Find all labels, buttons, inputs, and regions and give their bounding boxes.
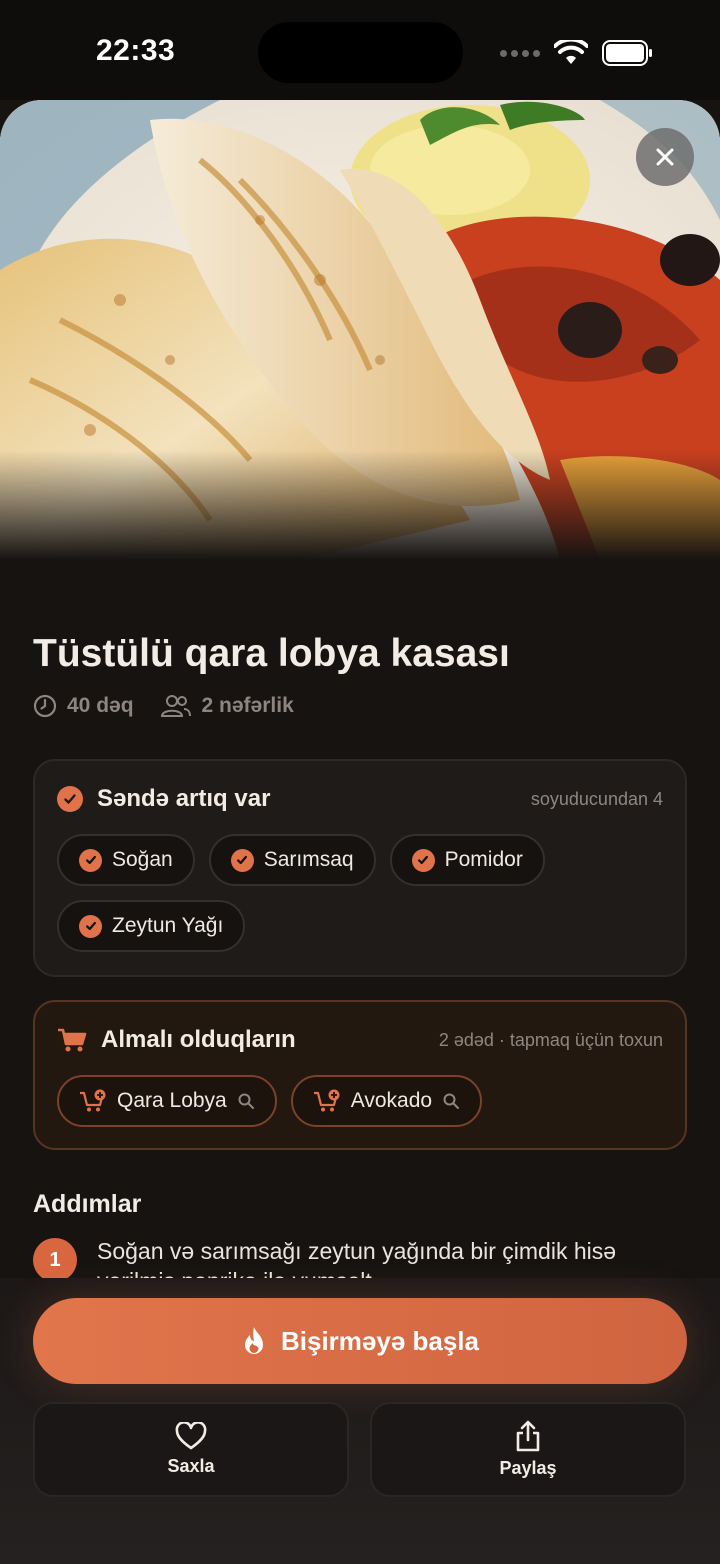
check-icon <box>57 786 83 812</box>
wifi-icon <box>554 40 588 64</box>
step-number: 1 <box>33 1238 77 1282</box>
have-ingredients-count: soyuducundan 4 <box>530 789 663 809</box>
share-button[interactable]: Paylaş <box>370 1402 686 1497</box>
flame-icon <box>244 1327 263 1354</box>
ingredient-label: Soğan <box>112 848 173 871</box>
battery-icon <box>602 40 652 66</box>
ingredient-chip[interactable]: Soğan <box>57 834 195 886</box>
check-icon <box>79 848 102 872</box>
ingredient-chip[interactable]: Sarımsaq <box>208 834 376 886</box>
heart-icon <box>175 1422 207 1450</box>
shopping-ingredients-hint: 2 ədəd · tapmaq üçün toxun <box>438 1030 663 1050</box>
shopping-ingredients-card: Almalı olduqların 2 ədəd · tapmaq üçün t… <box>33 1000 687 1150</box>
status-icons <box>500 40 654 66</box>
shopping-ingredients-header: Almalı olduqların <box>57 1026 296 1054</box>
shopping-chip[interactable]: Qara Lobya <box>57 1075 277 1127</box>
cook-time-label: 40 dəq <box>67 694 134 717</box>
ingredient-label: Sarımsaq <box>263 848 354 871</box>
servings-label: 2 nəfərlik <box>201 694 294 717</box>
check-icon <box>79 914 102 938</box>
recipe-screen: 22:33 Tüstülü qara lobya kasası 40 dəq 2… <box>0 0 720 1564</box>
recipe-content: Tüstülü qara lobya kasası 40 dəq 2 nəfər… <box>0 560 720 1294</box>
have-ingredients-card: Səndə artıq var soyuducundan 4 Soğan Sar… <box>33 759 687 977</box>
have-ingredients-list: Soğan Sarımsaq Pomidor Zeytun Yağı <box>57 834 677 952</box>
check-icon <box>411 848 435 872</box>
steps-title: Addımlar <box>33 1190 142 1218</box>
cart-plus-icon <box>80 1089 106 1112</box>
share-label: Paylaş <box>499 1458 557 1478</box>
share-icon <box>516 1420 540 1452</box>
ingredient-label: Zeytun Yağı <box>112 914 224 937</box>
ingredient-label: Pomidor <box>444 848 523 871</box>
search-icon <box>443 1093 460 1109</box>
search-icon <box>238 1093 254 1109</box>
start-cooking-label: Bişirməyə başla <box>280 1325 479 1356</box>
ingredient-chip[interactable]: Pomidor <box>389 834 545 886</box>
have-ingredients-title: Səndə artıq var <box>97 785 271 812</box>
shopping-chip[interactable]: Avokado <box>290 1075 483 1127</box>
status-time: 22:33 <box>96 34 176 67</box>
check-icon <box>230 848 254 872</box>
dynamic-island <box>258 22 463 83</box>
cellular-signal-icon <box>500 49 540 57</box>
clock-icon <box>33 694 57 718</box>
shopping-ingredients-title: Almalı olduqların <box>101 1026 296 1053</box>
status-bar: 22:33 <box>0 0 720 100</box>
close-button[interactable] <box>636 128 694 186</box>
shopping-ingredients-list: Qara Lobya Avokado <box>57 1075 677 1127</box>
recipe-meta: 40 dəq 2 nəfərlik <box>33 694 320 718</box>
shopping-item-label: Avokado <box>350 1089 433 1112</box>
ingredient-chip[interactable]: Zeytun Yağı <box>57 900 246 952</box>
people-icon <box>160 695 191 717</box>
bottom-action-bar: Bişirməyə başla Saxla Paylaş <box>0 1278 720 1564</box>
save-button[interactable]: Saxla <box>33 1402 349 1497</box>
save-label: Saxla <box>167 1456 215 1476</box>
cook-time: 40 dəq <box>33 694 134 718</box>
start-cooking-button[interactable]: Bişirməyə başla <box>33 1298 687 1384</box>
close-icon <box>656 148 674 166</box>
shopping-item-label: Qara Lobya <box>117 1089 227 1112</box>
cart-plus-icon <box>313 1089 340 1112</box>
recipe-title: Tüstülü qara lobya kasası <box>33 632 510 675</box>
cart-icon <box>58 1028 87 1052</box>
recipe-hero-image <box>0 100 720 560</box>
have-ingredients-header: Səndə artıq var <box>57 785 270 813</box>
servings: 2 nəfərlik <box>160 694 294 718</box>
hero-fade <box>0 450 720 560</box>
